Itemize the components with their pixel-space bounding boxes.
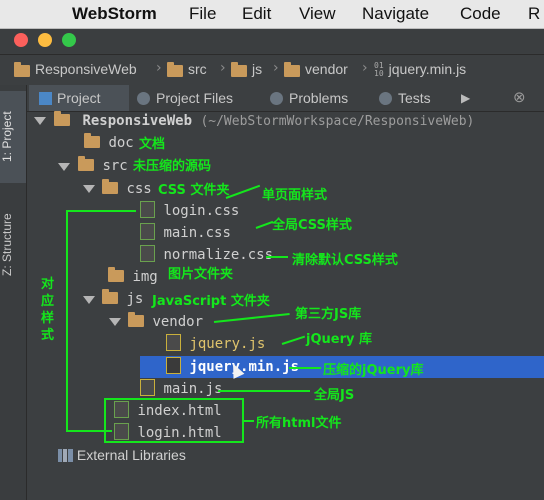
chevron-down-icon[interactable] bbox=[109, 318, 121, 326]
tree-item-root[interactable]: ResponsiveWeb (~/WebStormWorkspace/Respo… bbox=[54, 110, 474, 132]
folder-icon bbox=[14, 62, 30, 79]
tree-item-js[interactable]: js bbox=[102, 288, 143, 310]
tool-window-tabs: Project Project Files Problems Tests ▶ ⊗ bbox=[27, 85, 544, 112]
tree-item-main-css[interactable]: main.css bbox=[140, 222, 231, 244]
js-file-icon bbox=[166, 334, 181, 351]
tree-item-doc[interactable]: doc bbox=[84, 132, 134, 154]
folder-icon bbox=[167, 62, 183, 79]
css-file-icon bbox=[140, 223, 155, 240]
annotation-line bbox=[213, 313, 290, 323]
globe-icon bbox=[137, 92, 150, 105]
annotation-line bbox=[266, 256, 288, 258]
annotation-main-js: 全局JS bbox=[314, 388, 355, 403]
tab-tests[interactable]: Tests bbox=[379, 85, 431, 111]
folder-icon bbox=[54, 111, 70, 126]
chevron-down-icon[interactable] bbox=[58, 163, 70, 171]
chevron-down-icon[interactable] bbox=[34, 117, 46, 125]
annotation-src: 未压缩的源码 bbox=[133, 159, 212, 174]
js-file-icon bbox=[140, 379, 155, 396]
chevron-right-icon: › bbox=[273, 60, 279, 76]
breadcrumb-item[interactable]: 01 10 jquery.min.js bbox=[374, 61, 466, 79]
breadcrumb-item[interactable]: vendor bbox=[284, 61, 348, 79]
annotation-vendor: 第三方JS库 bbox=[295, 307, 362, 322]
annotation-doc: 文档 bbox=[139, 137, 166, 152]
annotation-login-css: 单页面样式 bbox=[262, 188, 328, 203]
html-files-highlight-box bbox=[104, 398, 244, 443]
annotation-js: JavaScript 文件夹 bbox=[152, 294, 270, 309]
app-menu[interactable]: WebStorm bbox=[72, 4, 157, 24]
breadcrumb-item[interactable]: src bbox=[167, 61, 207, 79]
problems-icon bbox=[270, 92, 283, 105]
chevron-right-icon: › bbox=[362, 60, 368, 76]
annotation-side-label: 对 应 样 式 bbox=[41, 277, 55, 343]
annotation-line bbox=[244, 420, 254, 422]
tab-structure-side[interactable]: Z: Structure bbox=[0, 195, 26, 295]
folder-icon bbox=[128, 312, 144, 327]
binary-file-icon bbox=[166, 357, 181, 374]
folder-icon bbox=[84, 133, 100, 148]
tab-project-files[interactable]: Project Files bbox=[137, 85, 233, 111]
binary-file-icon: 01 10 bbox=[374, 61, 384, 78]
css-file-icon bbox=[140, 201, 155, 218]
folder-icon bbox=[108, 267, 124, 282]
folder-icon bbox=[102, 289, 118, 304]
tree-item-external-libraries[interactable]: External Libraries bbox=[58, 444, 186, 466]
chevron-down-icon[interactable] bbox=[83, 185, 95, 193]
folder-icon bbox=[284, 62, 300, 79]
folder-icon bbox=[102, 179, 118, 194]
annotation-line bbox=[225, 184, 261, 199]
chevron-down-icon[interactable] bbox=[83, 296, 95, 304]
annotation-bracket bbox=[66, 430, 112, 432]
css-file-icon bbox=[140, 245, 155, 262]
project-icon bbox=[39, 92, 52, 105]
mac-menubar: WebStorm File Edit View Navigate Code R bbox=[0, 0, 544, 29]
folder-icon bbox=[231, 62, 247, 79]
annotation-jquery-js: jQuery 库 bbox=[306, 332, 372, 347]
chevron-right-icon: › bbox=[156, 60, 162, 76]
tree-item-img[interactable]: img bbox=[108, 266, 158, 288]
chevron-right-icon: › bbox=[220, 60, 226, 76]
menu-file[interactable]: File bbox=[189, 4, 216, 24]
library-icon bbox=[58, 449, 73, 462]
annotation-bracket bbox=[66, 210, 136, 212]
menu-refactor[interactable]: R bbox=[528, 4, 540, 24]
menu-view[interactable]: View bbox=[299, 4, 336, 24]
annotation-bracket bbox=[66, 210, 68, 431]
side-toolbar: 1: Project Z: Structure bbox=[0, 85, 27, 500]
settings-gear-icon[interactable]: ⊗ bbox=[513, 85, 526, 111]
annotation-main-css: 全局CSS样式 bbox=[272, 218, 352, 233]
window-titlebar bbox=[0, 29, 544, 53]
menu-edit[interactable]: Edit bbox=[242, 4, 271, 24]
minimize-window-button[interactable] bbox=[38, 33, 52, 47]
tab-project-side[interactable]: 1: Project bbox=[0, 91, 26, 183]
tree-item-login-css[interactable]: login.css bbox=[140, 200, 239, 222]
tree-item-css[interactable]: css bbox=[102, 178, 152, 200]
tab-project[interactable]: Project bbox=[29, 85, 129, 111]
breadcrumb-item[interactable]: ResponsiveWeb bbox=[14, 61, 137, 79]
folder-icon bbox=[78, 156, 94, 171]
annotation-html: 所有html文件 bbox=[256, 416, 342, 431]
breadcrumb-item[interactable]: js bbox=[231, 61, 262, 79]
annotation-img: 图片文件夹 bbox=[168, 267, 234, 282]
tree-item-main-js[interactable]: main.js bbox=[140, 378, 222, 400]
annotation-jquery-min-js: 压缩的jQuery库 bbox=[323, 363, 424, 378]
annotation-line bbox=[289, 367, 321, 369]
annotation-css: CSS 文件夹 bbox=[158, 183, 230, 198]
close-window-button[interactable] bbox=[14, 33, 28, 47]
tests-icon bbox=[379, 92, 392, 105]
menu-navigate[interactable]: Navigate bbox=[362, 4, 429, 24]
annotation-normalize-css: 清除默认CSS样式 bbox=[292, 253, 398, 268]
breadcrumb: ResponsiveWeb › src › js › vendor › 01 10… bbox=[0, 54, 544, 86]
menu-code[interactable]: Code bbox=[460, 4, 501, 24]
annotation-line bbox=[281, 335, 306, 345]
annotation-line bbox=[218, 390, 310, 392]
annotation-line bbox=[255, 220, 274, 229]
tree-item-src[interactable]: src bbox=[78, 155, 128, 177]
tree-item-jquery-js[interactable]: jquery.js bbox=[166, 333, 265, 355]
tab-problems[interactable]: Problems bbox=[270, 85, 348, 111]
zoom-window-button[interactable] bbox=[62, 33, 76, 47]
tree-item-vendor[interactable]: vendor bbox=[128, 311, 203, 333]
more-tabs-icon[interactable]: ▶ bbox=[461, 85, 470, 111]
